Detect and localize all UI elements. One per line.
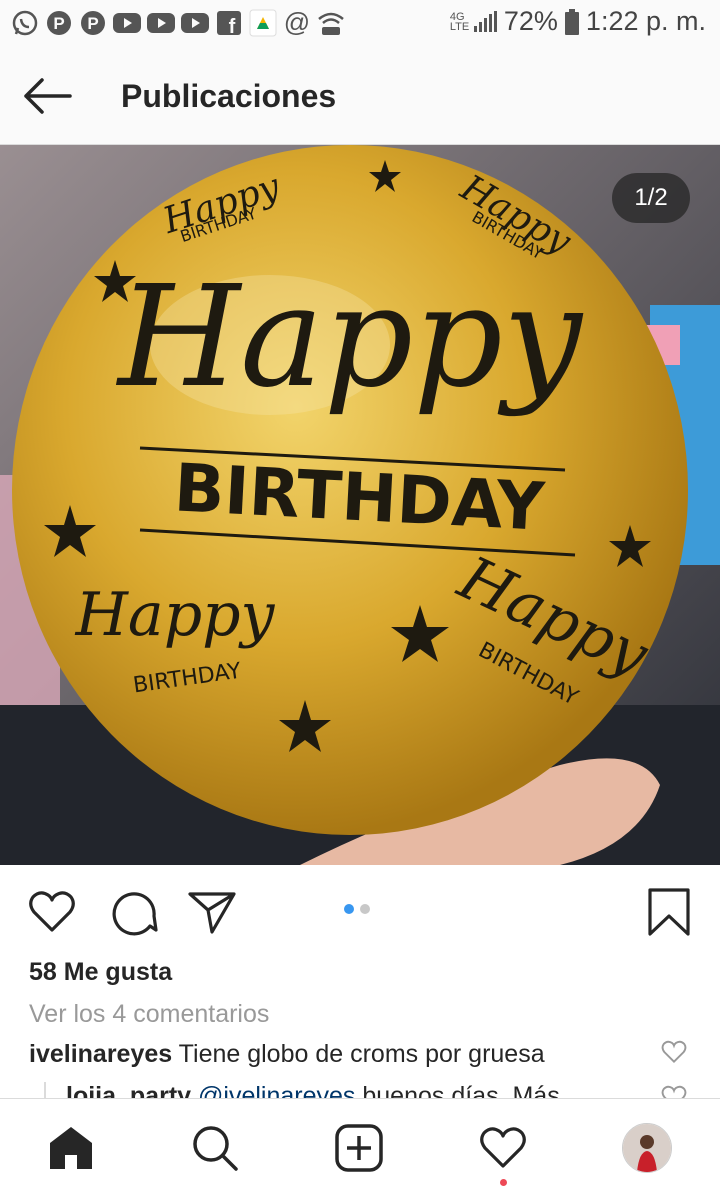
network-label: 4G LTE bbox=[449, 10, 470, 33]
drive-icon bbox=[248, 8, 278, 38]
svg-text:P: P bbox=[87, 14, 98, 33]
like-count[interactable]: 58 Me gusta bbox=[29, 958, 172, 987]
system-status: 4G LTE 72% 1:22 p. m. bbox=[450, 6, 706, 37]
youtube-icon bbox=[112, 8, 142, 38]
carousel-dot bbox=[360, 904, 370, 914]
pinterest-icon: P bbox=[44, 8, 74, 38]
post-image[interactable]: Happy BIRTHDAY Happy BIRTHDAY Happy BIRT… bbox=[0, 145, 720, 865]
nav-new-post[interactable] bbox=[332, 1121, 386, 1175]
svg-text:f: f bbox=[229, 16, 236, 36]
bookmark-icon bbox=[648, 888, 690, 936]
nav-profile[interactable] bbox=[620, 1121, 674, 1175]
back-button[interactable] bbox=[22, 76, 72, 116]
post-actions bbox=[0, 866, 720, 956]
image-counter: 1/2 bbox=[612, 173, 690, 223]
at-icon: @ bbox=[282, 8, 312, 38]
send-icon bbox=[188, 892, 236, 934]
carousel-indicator bbox=[344, 904, 370, 914]
comment-username[interactable]: ivelinareyes bbox=[29, 1040, 172, 1068]
balloon-script-small-left: Happy bbox=[75, 580, 276, 650]
comment-text: Tiene globo de croms por gruesa bbox=[178, 1040, 545, 1068]
battery-percent: 72% bbox=[503, 6, 558, 36]
home-icon bbox=[50, 1127, 92, 1169]
svg-text:P: P bbox=[53, 14, 64, 33]
heart-icon bbox=[29, 891, 75, 932]
battery-icon bbox=[564, 8, 579, 35]
whatsapp-icon bbox=[10, 8, 40, 38]
hotspot-icon bbox=[316, 8, 346, 38]
bottom-nav bbox=[0, 1098, 720, 1197]
youtube-icon bbox=[146, 8, 176, 38]
activity-icon bbox=[480, 1127, 526, 1168]
save-button[interactable] bbox=[644, 886, 696, 938]
facebook-icon: f bbox=[214, 8, 244, 38]
signal-icon bbox=[473, 10, 497, 32]
nav-search[interactable] bbox=[188, 1121, 242, 1175]
new-post-icon bbox=[335, 1124, 383, 1172]
comment-button[interactable] bbox=[108, 886, 160, 938]
app-header: Publicaciones bbox=[0, 48, 720, 145]
notification-icons: P P f @ bbox=[10, 8, 346, 38]
comment-like-button[interactable] bbox=[660, 1038, 688, 1066]
arrow-left-icon bbox=[24, 78, 72, 114]
clock: 1:22 p. m. bbox=[585, 6, 706, 36]
view-comments-link[interactable]: Ver los 4 comentarios bbox=[29, 1000, 269, 1029]
page-title: Publicaciones bbox=[121, 78, 337, 114]
activity-notification-dot bbox=[500, 1179, 507, 1186]
status-bar: P P f @ 4G LTE 72% 1:22 p. m. bbox=[0, 0, 720, 48]
comment-icon bbox=[112, 892, 158, 936]
comment: ivelinareyes Tiene globo de croms por gr… bbox=[29, 1040, 545, 1069]
youtube-icon bbox=[180, 8, 210, 38]
pinterest-icon: P bbox=[78, 8, 108, 38]
heart-icon bbox=[661, 1040, 687, 1064]
nav-activity[interactable] bbox=[476, 1121, 530, 1175]
svg-text:@: @ bbox=[284, 9, 310, 37]
balloon-photo: Happy BIRTHDAY Happy BIRTHDAY Happy BIRT… bbox=[0, 145, 720, 865]
nav-home[interactable] bbox=[44, 1121, 98, 1175]
search-icon bbox=[193, 1126, 238, 1171]
like-button[interactable] bbox=[26, 886, 78, 938]
balloon-script-text: Happy bbox=[115, 256, 584, 419]
profile-icon bbox=[622, 1123, 672, 1173]
carousel-dot bbox=[344, 904, 354, 914]
share-button[interactable] bbox=[186, 886, 238, 938]
